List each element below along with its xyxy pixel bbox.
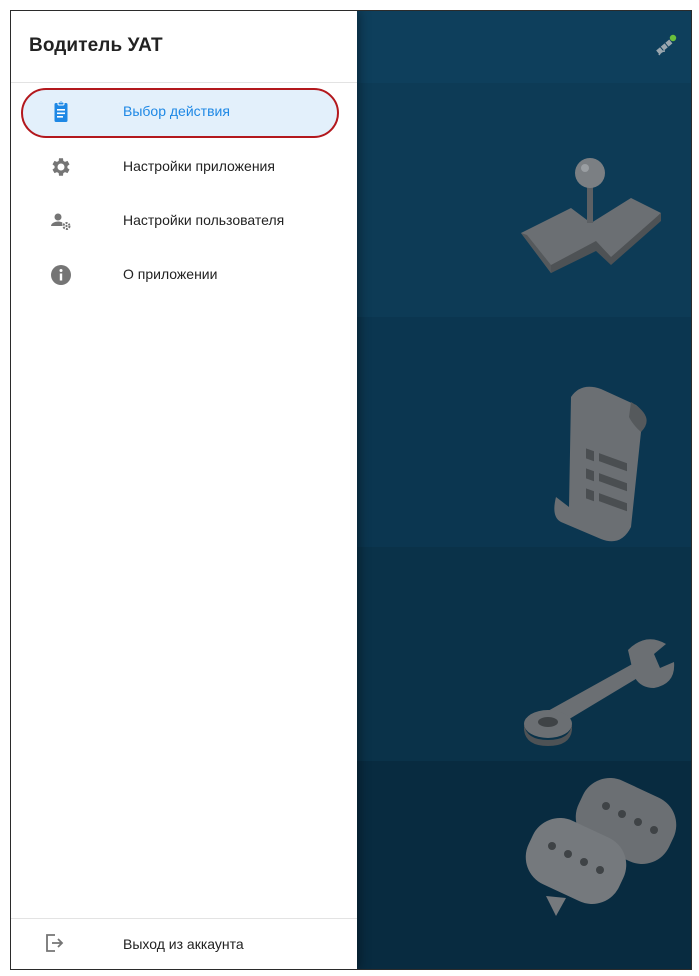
wrench-icon: [524, 639, 675, 746]
gps-satellite-icon[interactable]: [653, 33, 679, 59]
chat-bubbles-icon: [525, 778, 677, 916]
gear-icon: [52, 158, 70, 176]
menu-item-label: О приложении: [123, 266, 218, 282]
phone-screen: Водитель УАТ Выбор действия Настройки пр…: [10, 10, 692, 970]
menu-item-user-settings[interactable]: Настройки пользователя: [11, 195, 357, 249]
menu-item-about[interactable]: О приложении: [11, 249, 357, 303]
menu-item-logout[interactable]: Выход из аккаунта: [11, 918, 357, 969]
clipboard-icon: [54, 101, 68, 122]
menu-item-app-settings[interactable]: Настройки приложения: [11, 141, 357, 195]
navigation-drawer: Водитель УАТ Выбор действия Настройки пр…: [11, 11, 357, 969]
menu-item-label: Настройки пользователя: [123, 212, 285, 228]
menu-item-label: Настройки приложения: [123, 158, 275, 174]
logout-icon: [46, 934, 64, 952]
menu-item-action-select[interactable]: Выбор действия: [11, 86, 357, 140]
logout-label: Выход из аккаунта: [123, 936, 244, 952]
menu-item-label: Выбор действия: [123, 103, 230, 119]
drawer-title: Водитель УАТ: [29, 35, 163, 56]
gearshift-map-icon: [521, 158, 661, 273]
user-settings-icon: [51, 213, 71, 230]
receipt-scroll-icon: [554, 386, 647, 542]
info-icon: [51, 265, 71, 285]
drawer-header: Водитель УАТ: [11, 11, 357, 83]
